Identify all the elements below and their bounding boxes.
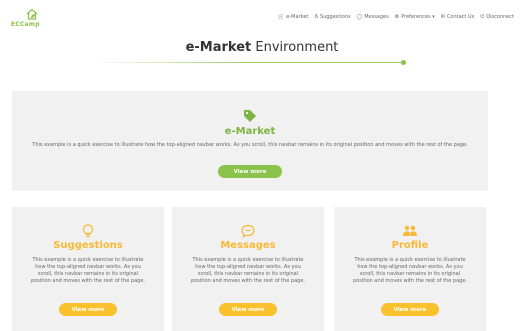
brand-logo[interactable]: ECCamp — [7, 5, 47, 28]
title-divider-dot — [401, 60, 406, 65]
nav-item-label: e-Market — [286, 14, 309, 20]
brand-name: ECCamp — [11, 21, 40, 28]
profile-description: This example is a quick exercise to illu… — [353, 257, 467, 284]
messages-card: Messages This example is a quick exercis… — [172, 207, 324, 331]
nav-item-label: Disconnect — [486, 14, 514, 20]
nav-item-disconnect[interactable]: ⏻ Disconnect — [480, 14, 514, 20]
emarket-title: e-Market — [224, 126, 276, 137]
users-icon — [403, 225, 417, 236]
emarket-description: This example is a quick exercise to illu… — [32, 142, 468, 148]
nav-item-label: Preferences ▾ — [401, 14, 435, 20]
tags-icon — [244, 110, 256, 122]
top-navbar: ECCamp 🛒 e-Market ♁ Suggestions ◯ Messag… — [0, 0, 524, 34]
suggestions-view-more-button[interactable]: View more — [59, 303, 117, 316]
profile-card: Profile This example is a quick exercise… — [334, 207, 486, 331]
lightbulb-icon: ♁ — [314, 14, 319, 20]
messages-view-more-button[interactable]: View more — [219, 303, 277, 316]
nav-item-emarket[interactable]: 🛒 e-Market — [278, 14, 308, 20]
emarket-panel: e-Market This example is a quick exercis… — [12, 91, 488, 191]
nav-item-label: Messages — [364, 14, 389, 20]
profile-title: Profile — [391, 240, 429, 251]
suggestions-card: Suggestions This example is a quick exer… — [12, 207, 164, 331]
chat-icon: ◯ — [356, 14, 363, 20]
emarket-view-more-button[interactable]: View more — [218, 165, 282, 178]
cart-icon: 🛒 — [278, 14, 285, 20]
power-icon: ⏻ — [480, 14, 485, 20]
messages-title: Messages — [220, 240, 276, 251]
suggestions-title: Suggestions — [53, 240, 123, 251]
envelope-icon: ✉ — [440, 14, 445, 20]
nav-item-suggestions[interactable]: ♁ Suggestions — [314, 14, 350, 20]
house-leaf-icon — [26, 8, 38, 20]
lightbulb-icon — [82, 224, 94, 238]
chat-icon — [241, 224, 255, 238]
messages-description: This example is a quick exercise to illu… — [191, 257, 305, 284]
nav-item-label: Suggestions — [320, 14, 351, 20]
page-title: e-Market Environment — [185, 40, 339, 55]
nav-item-contact[interactable]: ✉ Contact Us — [441, 14, 475, 20]
nav-menu: 🛒 e-Market ♁ Suggestions ◯ Messages ⚙ Pr… — [278, 14, 514, 20]
nav-item-preferences[interactable]: ⚙ Preferences ▾ — [395, 14, 435, 20]
title-divider — [92, 62, 406, 63]
nav-item-messages[interactable]: ◯ Messages — [357, 14, 389, 20]
gears-icon: ⚙ — [394, 14, 400, 20]
profile-view-more-button[interactable]: View more — [381, 303, 439, 316]
nav-item-label: Contact Us — [446, 14, 475, 20]
suggestions-description: This example is a quick exercise to illu… — [31, 257, 145, 284]
